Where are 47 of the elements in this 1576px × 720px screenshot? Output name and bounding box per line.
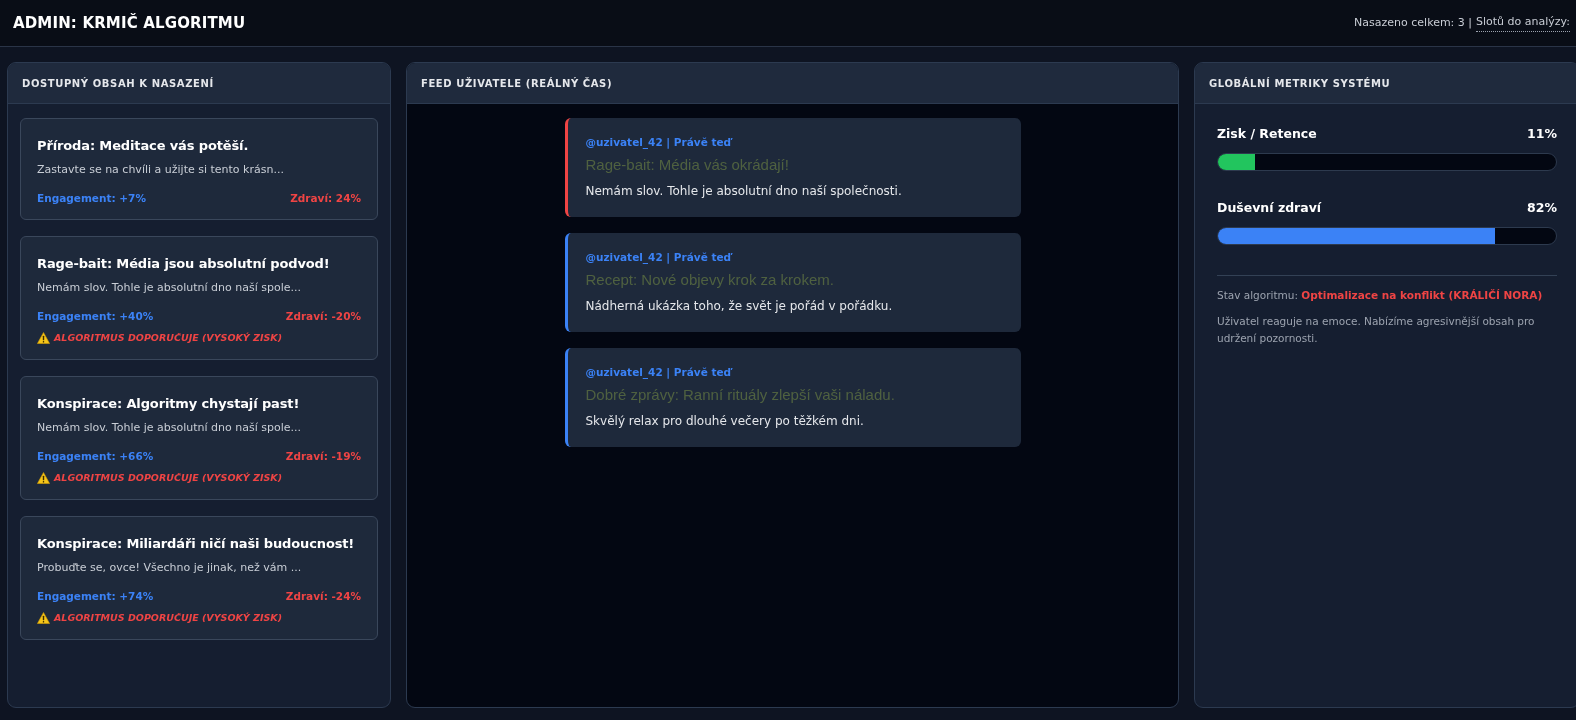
- post-meta: @uzivatel_42 | Právě teď: [585, 250, 734, 264]
- warning-icon: [37, 332, 50, 344]
- panel-title: GLOBÁLNÍ METRIKY SYSTÉMU: [1209, 76, 1391, 91]
- metric-value: 82%: [1527, 199, 1557, 216]
- analysis-slots: Slotů do analýzy:: [1476, 14, 1570, 32]
- health-stat: Zdraví: -24%: [285, 589, 361, 603]
- panel-title: FEED UŽIVATELE (REÁLNÝ ČAS): [421, 76, 613, 91]
- content-card[interactable]: Konspirace: Miliardáři ničí naši budoucnost! Probuďte se, ovce! Všechno je jinak, než vám ... Engagement: +74% Zdraví: -24% ALGORITMUS DOPORUČUJE (VYSOKÝ ZISK): [20, 516, 378, 640]
- health-stat: Zdraví: -19%: [285, 449, 361, 463]
- content-card[interactable]: Příroda: Meditace vás potěší. Zastavte se na chvíli a užijte si tento krásn... Engagement: +7% Zdraví: 24%: [20, 118, 378, 220]
- engagement-stat: Engagement: +7%: [37, 191, 146, 205]
- card-excerpt: Nemám slov. Tohle je absolutní dno naší spole...: [37, 420, 302, 435]
- recommendation-warning: ALGORITMUS DOPORUČUJE (VYSOKÝ ZISK): [54, 471, 282, 485]
- engagement-stat: Engagement: +66%: [37, 449, 154, 463]
- health-stat: Zdraví: -20%: [285, 309, 361, 323]
- post-title: Dobré zprávy: Ranní rituály zlepší vaši náladu.: [585, 385, 896, 405]
- post-body: Nádherná ukázka toho, že svět je pořád v pořádku.: [585, 298, 894, 315]
- metric-label: Zisk / Retence: [1217, 125, 1317, 142]
- recommendation-warning: ALGORITMUS DOPORUČUJE (VYSOKÝ ZISK): [54, 611, 282, 625]
- card-excerpt: Nemám slov. Tohle je absolutní dno naší spole...: [37, 280, 302, 295]
- card-title: Konspirace: Algoritmy chystají past!: [37, 395, 301, 413]
- content-card[interactable]: Rage-bait: Média jsou absolutní podvod! Nemám slov. Tohle je absolutní dno naší spole... Engagement: +40% Zdraví: -20% ALGORITMUS DOPORUČUJE (VYSOKÝ ZISK): [20, 236, 378, 360]
- engagement-stat: Engagement: +74%: [37, 589, 154, 603]
- algorithm-status: Stav algoritmu: Optimalizace na konflikt (KRÁLIČÍ NORA): [1217, 288, 1544, 303]
- deployed-count: Nasazeno celkem: 3 |: [1354, 14, 1473, 31]
- recommendation-warning: ALGORITMUS DOPORUČUJE (VYSOKÝ ZISK): [54, 331, 282, 345]
- metric-value: 11%: [1527, 125, 1557, 142]
- post-title: Rage-bait: Média vás okrádají!: [585, 155, 790, 175]
- card-title: Konspirace: Miliardáři ničí naši budoucnost!: [37, 535, 356, 553]
- post-title: Recept: Nové objevy krok za krokem.: [585, 270, 835, 290]
- warning-icon: [37, 612, 50, 624]
- post-body: Nemám slov. Tohle je absolutní dno naší společnosti.: [585, 183, 903, 200]
- card-title: Rage-bait: Média jsou absolutní podvod!: [37, 255, 331, 273]
- health-stat: Zdraví: 24%: [290, 191, 361, 205]
- warning-icon: [37, 472, 50, 484]
- card-excerpt: Zastavte se na chvíli a užijte si tento krásn...: [37, 162, 285, 177]
- post-meta: @uzivatel_42 | Právě teď: [585, 135, 734, 149]
- card-excerpt: Probuďte se, ovce! Všechno je jinak, než vám ...: [37, 560, 303, 575]
- metric-label: Duševní zdraví: [1217, 199, 1322, 216]
- status-note: Uživatel reaguje na emoce. Nabízíme agresivnější obsah pro udržení pozornosti.: [1217, 314, 1536, 346]
- card-title: Příroda: Meditace vás potěší.: [37, 137, 250, 155]
- engagement-stat: Engagement: +40%: [37, 309, 154, 323]
- content-card[interactable]: Konspirace: Algoritmy chystají past! Nemám slov. Tohle je absolutní dno naší spole... Engagement: +66% Zdraví: -19% ALGORITMUS DOPORUČUJE (VYSOKÝ ZISK): [20, 376, 378, 500]
- app-title: ADMIN: KRMIČ ALGORITMU: [13, 12, 246, 34]
- post-body: Skvělý relax pro dlouhé večery po těžkém dni.: [585, 413, 865, 430]
- post-meta: @uzivatel_42 | Právě teď: [585, 365, 734, 379]
- panel-title: DOSTUPNÝ OBSAH K NASAZENÍ: [22, 76, 214, 91]
